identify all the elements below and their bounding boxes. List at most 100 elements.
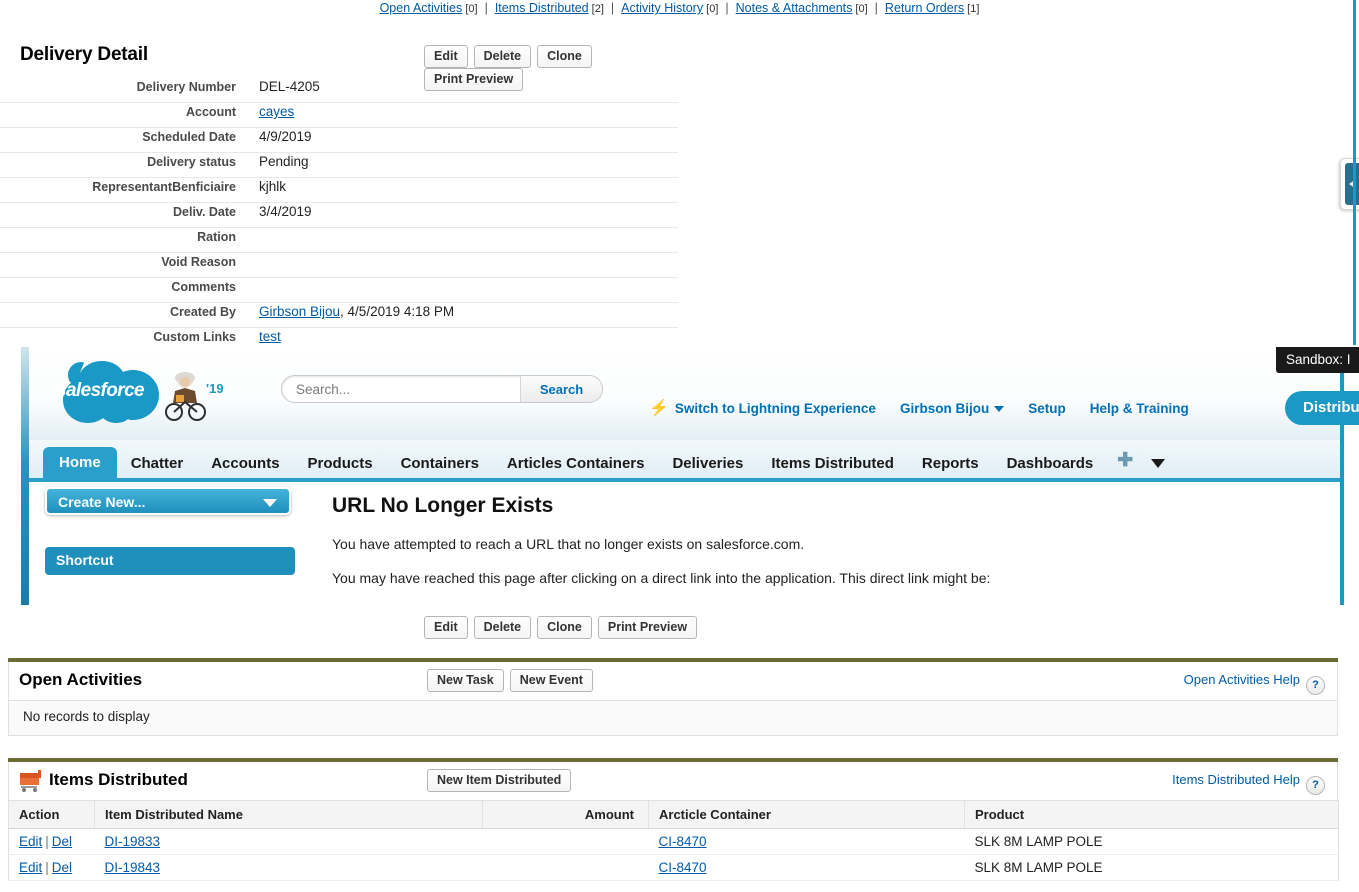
print-preview-button[interactable]: Print Preview	[597, 616, 698, 639]
items-distributed-table: Action Item Distributed Name Amount Arcticl…	[8, 800, 1339, 881]
row-delete-link[interactable]: Del	[52, 860, 72, 875]
open-activities-section: Open Activities New Task New Event Open A…	[8, 658, 1338, 736]
help-icon[interactable]: ?	[1306, 676, 1325, 695]
app-switcher-button[interactable]: Distribut	[1285, 391, 1359, 425]
sidebar-collapse-toggle[interactable]	[1340, 158, 1359, 210]
detail-action-buttons-bottom: Edit Delete Clone Print Preview	[424, 616, 698, 639]
tab-deliveries[interactable]: Deliveries	[658, 449, 757, 480]
header-link-setup[interactable]: Setup	[1028, 401, 1066, 416]
new-event-button[interactable]: New Event	[509, 669, 593, 692]
header-link-help-training[interactable]: Help & Training	[1090, 401, 1189, 416]
tab-products[interactable]: Products	[294, 449, 387, 480]
field-value-link[interactable]: test	[259, 329, 281, 344]
tab-containers[interactable]: Containers	[387, 449, 493, 480]
column-header-item-distributed-name[interactable]: Item Distributed Name	[94, 800, 483, 829]
salesforce-logo[interactable]: salesforce '19	[41, 355, 224, 425]
detail-field-row: Comments	[0, 278, 678, 303]
create-new-dropdown[interactable]: Create New...	[45, 487, 291, 515]
table-body: Edit | Del DI-19833 CI-8470 SLK 8M LAMP POLE E…	[8, 828, 1339, 881]
column-header-arcticle-container[interactable]: Arcticle Container	[648, 800, 965, 829]
field-label: Ration	[197, 230, 236, 244]
items-distributed-buttons: New Item Distributed	[427, 769, 572, 792]
link-separator: |	[874, 1, 878, 15]
toggle-inner	[1345, 163, 1359, 205]
search-button[interactable]: Search	[520, 376, 602, 402]
item-name-link[interactable]: DI-19843	[105, 860, 161, 875]
tab-chatter[interactable]: Chatter	[117, 449, 198, 480]
field-label: Scheduled Date	[142, 130, 236, 144]
field-label: Created By	[170, 305, 236, 319]
container-link[interactable]: CI-8470	[659, 860, 707, 875]
frame-left-strip	[21, 347, 29, 605]
related-link-items-distributed[interactable]: Items Distributed	[495, 1, 589, 15]
field-label: Deliv. Date	[173, 205, 236, 219]
column-header-product[interactable]: Product	[964, 800, 1339, 829]
field-label: Account	[186, 105, 236, 119]
field-value: test	[236, 328, 281, 346]
field-value: kjhlk	[259, 179, 287, 194]
edit-button[interactable]: Edit	[424, 616, 468, 639]
row-delete-link[interactable]: Del	[52, 834, 72, 849]
header-link-switch-to-lightning-experience[interactable]: ⚡ Switch to Lightning Experience	[649, 398, 876, 418]
header-link-girbson-bijou[interactable]: Girbson Bijou	[900, 401, 1005, 416]
shortcut-button[interactable]: Shortcut	[45, 547, 295, 575]
open-activities-help-link[interactable]: Open Activities Help	[1184, 672, 1300, 687]
detail-field-row: Delivery status Pending	[0, 153, 678, 178]
related-link-activity-history[interactable]: Activity History	[621, 1, 703, 15]
field-label: Void Reason	[161, 255, 236, 269]
column-header-action[interactable]: Action	[8, 800, 95, 829]
clone-button[interactable]: Clone	[537, 45, 592, 68]
salesforce-body: Create New... Shortcut URL No Longer Exi…	[29, 482, 1340, 605]
global-search[interactable]: Search	[281, 375, 603, 403]
item-name-link[interactable]: DI-19833	[105, 834, 161, 849]
delete-button[interactable]: Delete	[473, 45, 532, 68]
einstein-mascot-icon	[165, 372, 206, 421]
shortcut-label: Shortcut	[56, 552, 114, 568]
page-root: Open Activities [0] | Items Distributed [2…	[0, 0, 1359, 892]
related-link-count: [0]	[462, 3, 478, 15]
cell-amount	[482, 828, 649, 855]
edit-button[interactable]: Edit	[424, 45, 468, 68]
open-activities-help: Open Activities Help?	[1184, 672, 1325, 695]
row-edit-link[interactable]: Edit	[19, 834, 42, 849]
clone-button[interactable]: Clone	[537, 616, 592, 639]
detail-field-row: Ration	[0, 228, 678, 253]
field-value: 3/4/2019	[259, 204, 312, 219]
field-value: Pending	[259, 154, 309, 169]
tab-reports[interactable]: Reports	[908, 449, 993, 480]
add-tab-icon[interactable]: ✚	[1107, 445, 1143, 480]
cell-amount	[482, 854, 649, 881]
related-link-open-activities[interactable]: Open Activities	[380, 1, 463, 15]
field-value-link[interactable]: Girbson Bijou	[259, 304, 340, 319]
new-task-button[interactable]: New Task	[427, 669, 504, 692]
field-value-link[interactable]: cayes	[259, 104, 294, 119]
salesforce-app-frame: salesforce '19 Search ⚡Switch to Lightni	[0, 347, 1359, 605]
left-sidebar: Create New... Shortcut	[29, 482, 319, 605]
items-distributed-help-link[interactable]: Items Distributed Help	[1172, 772, 1300, 787]
related-link-return-orders[interactable]: Return Orders	[885, 1, 964, 15]
tab-overflow-chevron-down-icon[interactable]	[1151, 459, 1166, 468]
table-row: Edit | Del DI-19843 CI-8470 SLK 8M LAMP POLE	[8, 854, 1339, 881]
open-activities-header: Open Activities New Task New Event Open A…	[8, 662, 1338, 700]
search-input[interactable]	[282, 376, 520, 402]
tab-articles-containers[interactable]: Articles Containers	[493, 449, 659, 480]
delivery-detail-fields: Delivery Number DEL-4205 Account cayes Sched…	[0, 78, 678, 353]
new-item-distributed-button[interactable]: New Item Distributed	[427, 769, 572, 792]
delete-button[interactable]: Delete	[473, 616, 532, 639]
column-header-amount[interactable]: Amount	[482, 800, 649, 829]
release-year-label: '19	[206, 381, 224, 396]
open-activities-title: Open Activities	[19, 670, 143, 689]
field-value: cayes	[236, 103, 294, 121]
related-list-links: Open Activities [0] | Items Distributed [2…	[0, 0, 1359, 21]
related-link-notes-attachments[interactable]: Notes & Attachments	[736, 1, 853, 15]
tab-items-distributed[interactable]: Items Distributed	[757, 449, 908, 480]
detail-field-row: Deliv. Date 3/4/2019	[0, 203, 678, 228]
help-icon[interactable]: ?	[1306, 776, 1325, 795]
tab-dashboards[interactable]: Dashboards	[993, 449, 1108, 480]
related-link-count: [0]	[703, 3, 719, 15]
container-link[interactable]: CI-8470	[659, 834, 707, 849]
tab-home[interactable]: Home	[43, 447, 117, 480]
tab-accounts[interactable]: Accounts	[197, 449, 293, 480]
related-link-count: [2]	[588, 3, 604, 15]
row-edit-link[interactable]: Edit	[19, 860, 42, 875]
